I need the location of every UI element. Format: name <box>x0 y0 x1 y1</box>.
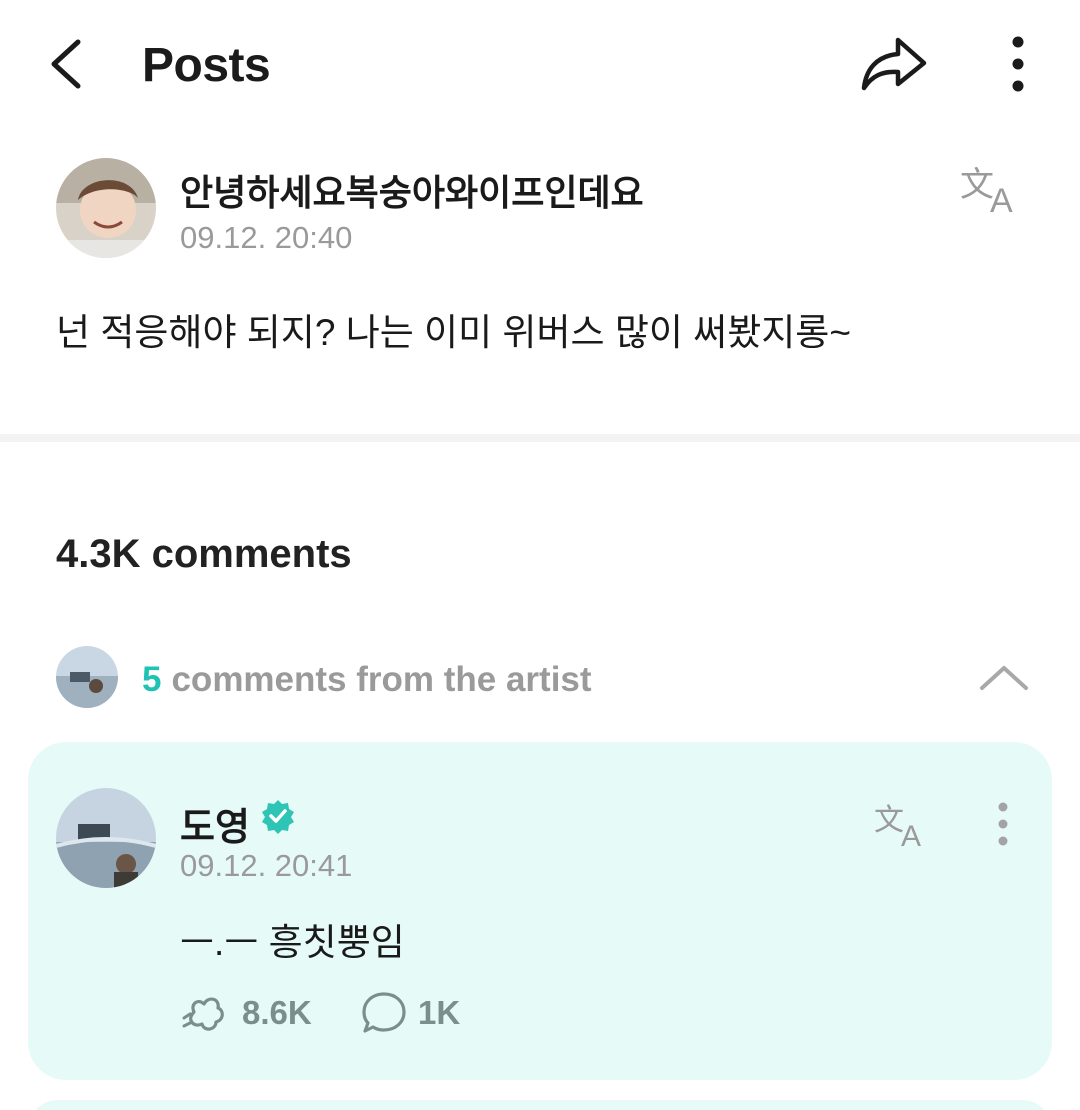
avatar-image <box>56 158 156 258</box>
avatar-image <box>56 788 156 888</box>
like-icon[interactable] <box>180 992 230 1034</box>
svg-text:文: 文 <box>874 803 904 838</box>
comment-bubble-icon[interactable] <box>360 990 408 1036</box>
artist-comments-label: 5 comments from the artist <box>142 660 592 700</box>
translate-icon: 文 A <box>960 165 1013 220</box>
more-options-button[interactable] <box>996 30 1040 96</box>
page-title: Posts <box>142 39 271 92</box>
artist-comments-toggle[interactable]: 5 comments from the artist <box>56 646 1036 710</box>
top-bar: Posts <box>0 0 1080 130</box>
svg-text:A: A <box>990 182 1013 216</box>
next-comment-card <box>28 1100 1052 1110</box>
author-avatar[interactable] <box>56 158 156 258</box>
share-button[interactable] <box>858 30 930 96</box>
comment-translate-button[interactable]: 文 A <box>874 798 934 853</box>
comment-timestamp: 09.12. 20:41 <box>180 848 353 883</box>
artist-comment-card: 도영 09.12. 20:41 文 A ㅡ.ㅡ 흥칫뿡임 8.6K 1K <box>28 742 1052 1080</box>
chevron-up-icon[interactable] <box>976 658 1032 698</box>
section-divider <box>0 434 1080 442</box>
post-body-text: 넌 적응해야 되지? 나는 이미 위버스 많이 써봤지롱~ <box>56 312 851 353</box>
comments-count: 4.3K comments <box>56 532 352 576</box>
comment-text: ㅡ.ㅡ 흥칫뿡임 <box>180 922 405 963</box>
like-count: 8.6K <box>242 994 312 1031</box>
artist-comments-text: comments from the artist <box>171 660 592 699</box>
post-author-name[interactable]: 안녕하세요복숭아와이프인데요 <box>180 164 644 216</box>
share-icon <box>861 37 927 91</box>
back-button[interactable] <box>40 30 100 96</box>
commenter-avatar[interactable] <box>56 788 156 888</box>
verified-badge-icon <box>262 800 294 834</box>
more-vertical-icon <box>998 802 1008 846</box>
comment-more-button[interactable] <box>986 800 1020 850</box>
post-timestamp: 09.12. 20:40 <box>180 220 353 255</box>
post-header: 안녕하세요복숭아와이프인데요 09.12. 20:40 文 A <box>56 158 1036 258</box>
svg-text:文: 文 <box>960 165 994 205</box>
chevron-left-icon <box>51 39 81 89</box>
artist-comments-count: 5 <box>142 660 162 699</box>
translate-icon: 文 A <box>874 803 921 853</box>
avatar-image <box>56 646 118 708</box>
commenter-name[interactable]: 도영 <box>180 796 250 851</box>
reply-count: 1K <box>418 994 461 1031</box>
svg-text:A: A <box>901 820 921 850</box>
artist-avatar <box>56 646 118 708</box>
more-vertical-icon <box>1012 36 1024 92</box>
translate-button[interactable]: 文 A <box>960 160 1026 220</box>
